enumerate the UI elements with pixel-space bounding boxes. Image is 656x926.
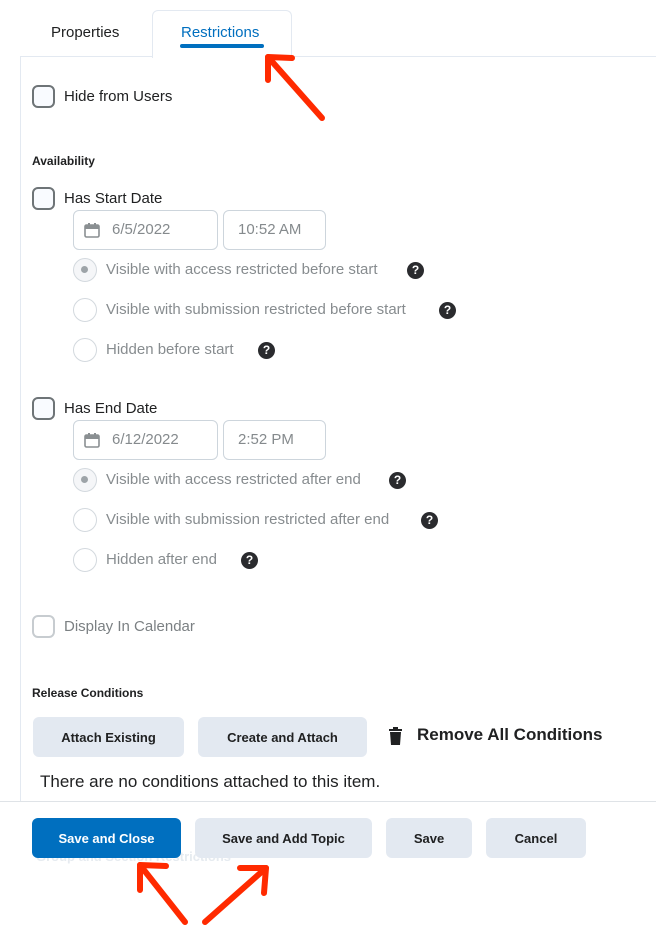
- annotation-arrow: [202, 865, 269, 925]
- annotation-arrow: [265, 54, 325, 121]
- annotation-arrow: [137, 862, 188, 925]
- annotation-arrows: [137, 54, 325, 925]
